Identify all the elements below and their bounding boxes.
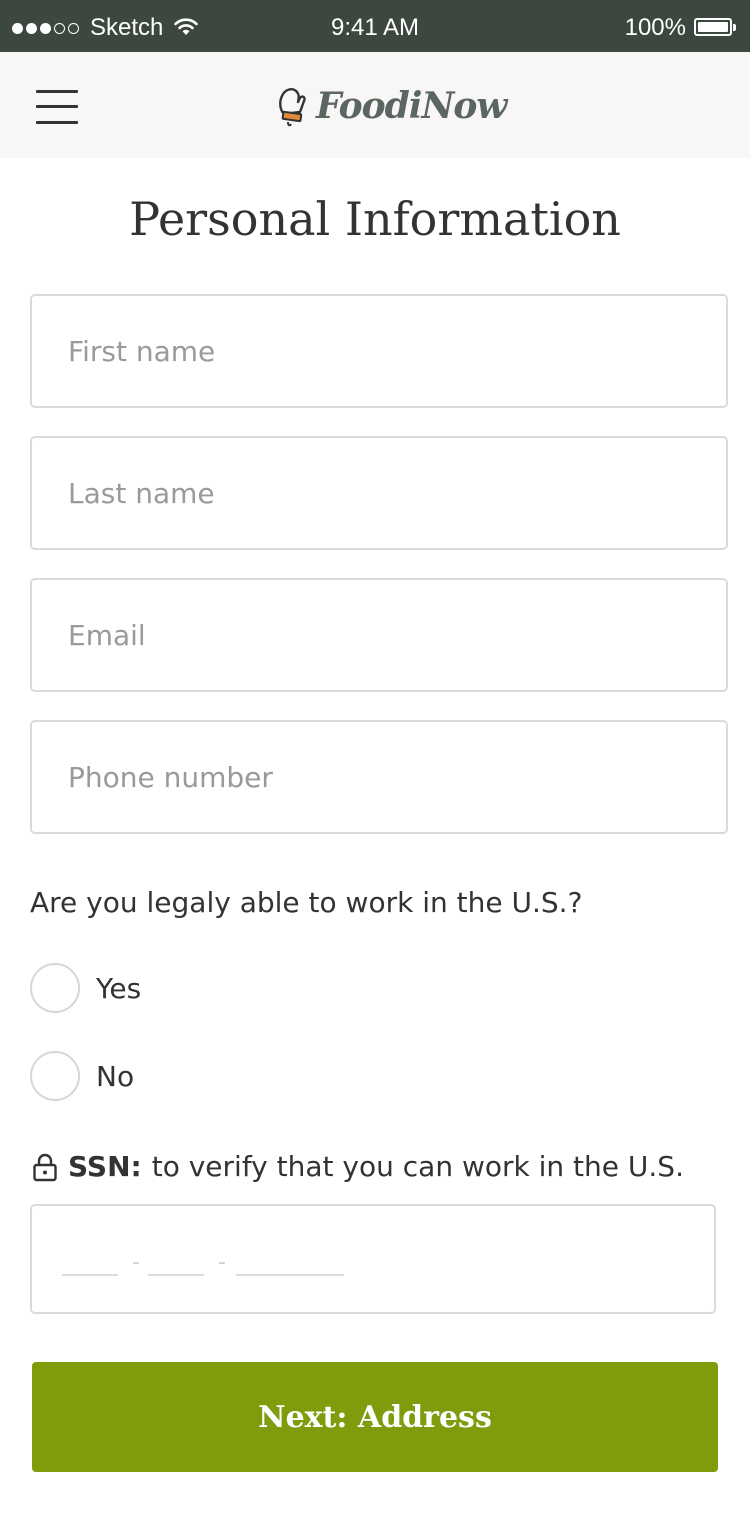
next-address-button[interactable]: Next: Address	[32, 1362, 718, 1472]
phone-number-field[interactable]	[30, 720, 728, 834]
ssn-segment-2[interactable]	[148, 1274, 204, 1276]
ssn-segment-3[interactable]	[236, 1274, 344, 1276]
ssn-separator: -	[218, 1250, 226, 1275]
ssn-segment-1[interactable]	[62, 1274, 118, 1276]
ssn-label-text: to verify that you can work in the U.S.	[151, 1150, 684, 1183]
logo-text: FoodiNow	[316, 85, 507, 127]
ssn-input[interactable]: - -	[30, 1204, 716, 1314]
oven-mitt-icon	[279, 88, 306, 127]
radio-option-yes[interactable]: Yes	[30, 963, 141, 1013]
email-field[interactable]	[30, 578, 728, 692]
radio-option-no[interactable]: No	[30, 1051, 134, 1101]
logo: FoodiNow	[276, 84, 507, 128]
work-eligibility-question: Are you legaly able to work in the U.S.?	[30, 886, 583, 919]
ssn-label-bold: SSN:	[68, 1150, 142, 1183]
status-bar: Sketch 9:41 AM 100%	[0, 0, 750, 52]
ssn-label: SSN: to verify that you can work in the …	[32, 1150, 684, 1183]
page-title: Personal Information	[129, 192, 621, 246]
radio-button-no[interactable]	[30, 1051, 80, 1101]
battery-icon	[694, 18, 738, 38]
first-name-field[interactable]	[30, 294, 728, 408]
radio-label-no: No	[96, 1059, 135, 1093]
hamburger-menu-icon[interactable]	[36, 90, 80, 124]
lock-icon	[33, 1153, 57, 1181]
app-header: FoodiNow	[0, 52, 750, 158]
ssn-separator: -	[132, 1250, 140, 1275]
battery-percent: 100%	[624, 14, 686, 41]
last-name-field[interactable]	[30, 436, 728, 550]
radio-button-yes[interactable]	[30, 963, 80, 1013]
status-right: 100%	[625, 14, 738, 42]
radio-label-yes: Yes	[96, 971, 142, 1005]
